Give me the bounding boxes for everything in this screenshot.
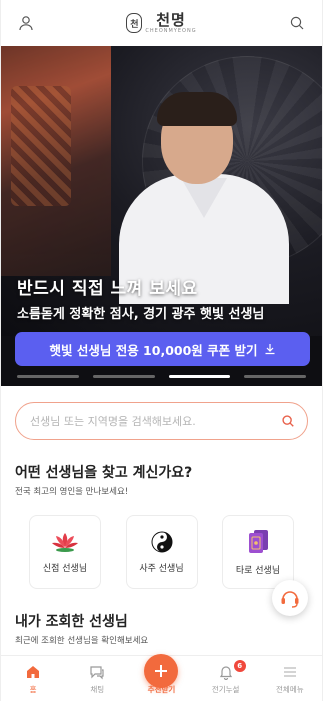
category-card-saju[interactable]: 사주 선생님 bbox=[125, 515, 198, 589]
tab-recommend[interactable]: 추천받기 bbox=[133, 654, 189, 695]
hero-background-decor bbox=[1, 46, 111, 276]
tarot-cards-icon bbox=[249, 529, 268, 553]
bottom-tab-bar: 홈 채팅 추천받기 6 전기누설 전체메뉴 bbox=[1, 654, 322, 701]
recommend-fab[interactable] bbox=[144, 654, 179, 688]
tab-chat[interactable]: 채팅 bbox=[69, 664, 125, 695]
search-button[interactable] bbox=[286, 12, 308, 34]
category-card-tarot[interactable]: 타로 선생님 bbox=[222, 515, 294, 589]
menu-icon bbox=[283, 667, 296, 677]
search-icon[interactable] bbox=[281, 414, 295, 428]
coupon-button[interactable]: 햇빛 선생님 전용 10,000원 쿠폰 받기 bbox=[15, 332, 310, 366]
customer-support-button[interactable] bbox=[272, 580, 308, 616]
section-subtitle: 최근에 조회한 선생님을 확인해보세요 bbox=[15, 636, 149, 646]
recent-teacher-section: 내가 조회한 선생님 최근에 조회한 선생님을 확인해보세요 bbox=[1, 611, 322, 646]
profile-button[interactable] bbox=[15, 12, 37, 34]
hero-person-photo bbox=[119, 86, 289, 304]
carousel-dot[interactable] bbox=[17, 375, 79, 378]
logo-text: 천명 bbox=[156, 10, 186, 29]
tab-notifications[interactable]: 6 전기누설 bbox=[198, 660, 254, 695]
app-logo[interactable]: 천 천명 CHEONMYEONG bbox=[126, 10, 197, 34]
bell-icon bbox=[219, 666, 232, 680]
hero-text: 반드시 직접 느껴 보세요 소름돋게 정확한 점사, 경기 광주 햇빛 선생님 bbox=[17, 274, 312, 322]
home-icon bbox=[27, 666, 40, 678]
yin-yang-icon bbox=[151, 531, 172, 552]
tab-menu[interactable]: 전체메뉴 bbox=[262, 664, 318, 695]
carousel-indicator bbox=[17, 375, 306, 378]
app-screen: 천 천명 CHEONMYEONG 반드시 직접 느껴 보세요 소름돋게 정확한 … bbox=[0, 0, 323, 701]
tab-label: 전체메뉴 bbox=[276, 685, 304, 694]
hero-title: 반드시 직접 느껴 보세요 bbox=[17, 279, 198, 299]
lotus-icon bbox=[52, 532, 78, 552]
carousel-dot[interactable] bbox=[244, 375, 306, 378]
category-label: 사주 선생님 bbox=[139, 563, 184, 574]
logo-mark: 천 bbox=[126, 13, 143, 33]
category-cards: 신점 선생님 사주 선생님 타로 선생님 bbox=[29, 515, 308, 589]
category-label: 타로 선생님 bbox=[235, 565, 281, 576]
hero-subtitle: 소름돋게 정확한 점사, 경기 광주 햇빛 선생님 bbox=[17, 307, 265, 322]
tab-home[interactable]: 홈 bbox=[5, 664, 61, 695]
chat-icon bbox=[90, 666, 104, 680]
carousel-dot-active[interactable] bbox=[168, 375, 231, 378]
section-title: 어떤 선생님을 찾고 계신가요? bbox=[15, 465, 193, 481]
download-icon bbox=[265, 344, 274, 355]
search-bar bbox=[15, 402, 308, 440]
top-bar: 천 천명 CHEONMYEONG bbox=[1, 0, 322, 46]
tab-label: 채팅 bbox=[90, 685, 105, 694]
user-icon bbox=[19, 16, 33, 31]
carousel-dot[interactable] bbox=[92, 375, 155, 378]
find-teacher-section: 어떤 선생님을 찾고 계신가요? 전국 최고의 영인을 만나보세요! bbox=[1, 462, 322, 497]
headset-icon bbox=[281, 591, 299, 608]
notification-badge: 6 bbox=[233, 660, 246, 672]
section-subtitle: 전국 최고의 영인을 만나보세요! bbox=[15, 487, 129, 497]
section-title: 내가 조회한 선생님 bbox=[15, 614, 128, 630]
logo-subtext: CHEONMYEONG bbox=[145, 27, 197, 34]
category-label: 신점 선생님 bbox=[42, 563, 88, 574]
search-icon bbox=[290, 16, 304, 30]
search-input[interactable] bbox=[30, 414, 260, 428]
plus-icon bbox=[155, 665, 168, 677]
hero-banner[interactable]: 반드시 직접 느껴 보세요 소름돋게 정확한 점사, 경기 광주 햇빛 선생님 … bbox=[1, 46, 322, 386]
tab-label: 홈 bbox=[29, 685, 37, 694]
tab-label: 전기누설 bbox=[211, 685, 240, 694]
coupon-label: 햇빛 선생님 전용 10,000원 쿠폰 받기 bbox=[49, 342, 258, 358]
category-card-sinjeom[interactable]: 신점 선생님 bbox=[29, 515, 101, 589]
